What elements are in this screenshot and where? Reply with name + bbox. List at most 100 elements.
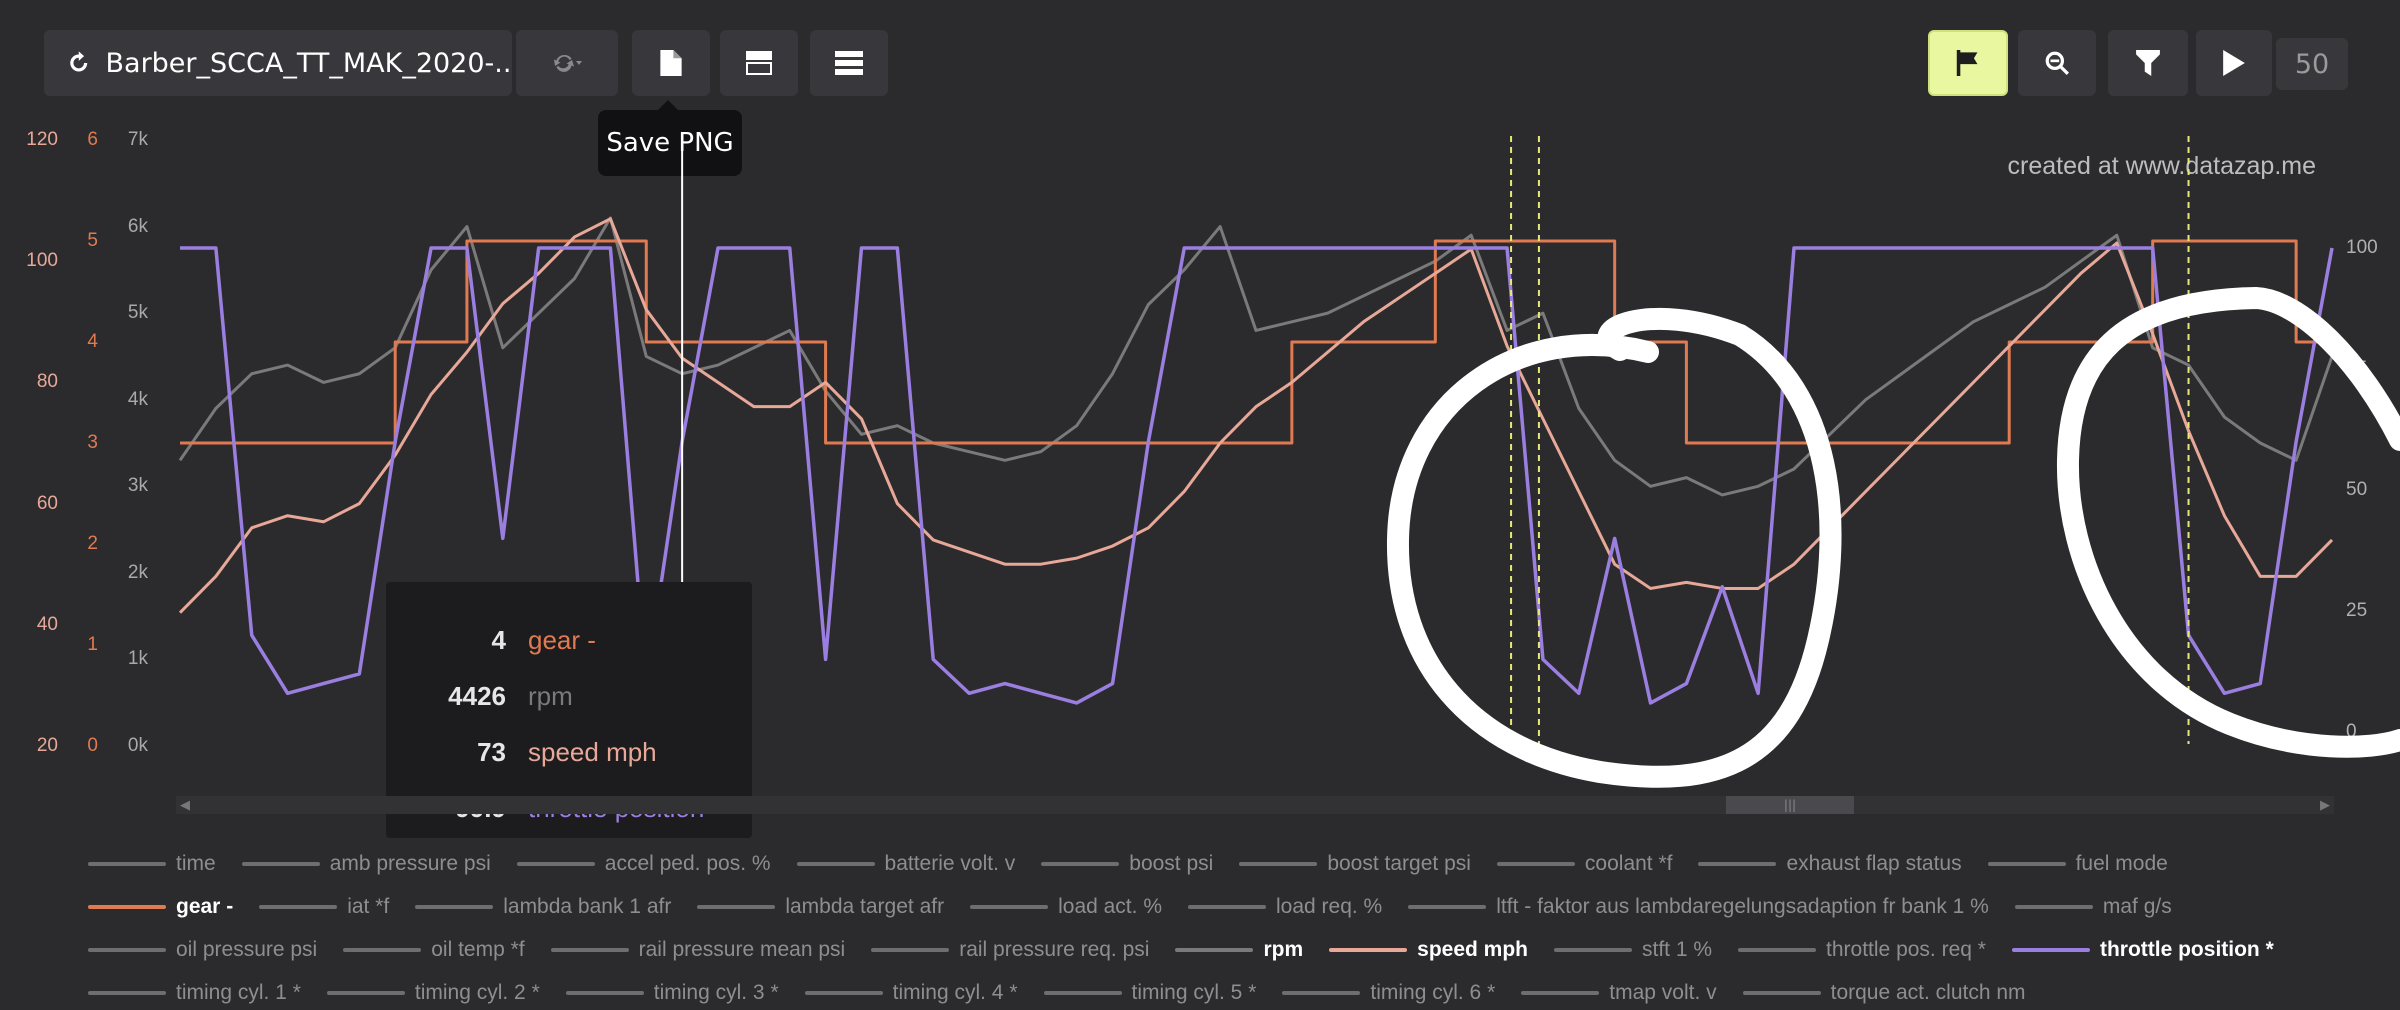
- legend-item[interactable]: rail pressure req. psi: [871, 938, 1149, 962]
- legend-item[interactable]: stft 1 %: [1554, 938, 1712, 962]
- legend-swatch: [415, 904, 494, 909]
- legend-item[interactable]: iat *f: [259, 895, 389, 919]
- legend-label: rail pressure req. psi: [959, 937, 1150, 961]
- legend-swatch: [796, 861, 875, 866]
- legend-item[interactable]: oil temp *f: [343, 938, 525, 962]
- legend-swatch: [516, 861, 595, 866]
- legend-item[interactable]: timing cyl. 5 *: [1043, 980, 1257, 1005]
- legend-item[interactable]: timing cyl. 3 *: [565, 981, 779, 1005]
- legend-swatch: [697, 904, 776, 909]
- legend-item[interactable]: batterie volt. v: [796, 851, 1016, 876]
- legend-swatch: [804, 990, 883, 995]
- legend-swatch: [343, 947, 422, 952]
- legend-label: load req. %: [1276, 894, 1383, 918]
- legend-label: gear -: [176, 894, 234, 918]
- legend-item[interactable]: gear -: [88, 895, 233, 919]
- legend-row: time amb pressure psi accel ped. pos. % bat…: [88, 842, 2388, 885]
- series-legend: time amb pressure psi accel ped. pos. % bat…: [88, 842, 2388, 1010]
- legend-item[interactable]: coolant *f: [1496, 851, 1673, 876]
- legend-item[interactable]: timing cyl. 4 *: [804, 980, 1018, 1005]
- legend-label: amb pressure psi: [329, 851, 491, 875]
- legend-item[interactable]: boost target psi: [1239, 852, 1471, 876]
- legend-item[interactable]: tmap volt. v: [1521, 980, 1717, 1005]
- legend-swatch: [326, 990, 405, 995]
- legend-swatch: [1521, 990, 1600, 995]
- legend-item[interactable]: load act. %: [970, 895, 1162, 919]
- legend-swatch: [2011, 947, 2090, 952]
- legend-swatch: [2014, 904, 2093, 909]
- legend-swatch: [241, 861, 320, 866]
- scroll-right-icon[interactable]: ▶: [2316, 796, 2334, 814]
- chart-scrollbar[interactable]: ◀ ||| ▶: [176, 796, 2334, 814]
- legend-item[interactable]: rpm: [1175, 938, 1303, 962]
- legend-label: maf g/s: [2102, 894, 2172, 918]
- legend-label: timing cyl. 4 *: [892, 980, 1018, 1004]
- legend-item[interactable]: timing cyl. 2 *: [326, 980, 540, 1005]
- legend-item[interactable]: torque act. clutch nm: [1742, 980, 2026, 1005]
- legend-swatch: [970, 904, 1049, 909]
- legend-item[interactable]: accel ped. pos. %: [516, 851, 771, 876]
- legend-item[interactable]: exhaust flap status: [1698, 851, 1962, 876]
- legend-label: lambda bank 1 afr: [503, 894, 672, 918]
- legend-swatch: [1188, 904, 1266, 909]
- legend-label: accel ped. pos. %: [604, 851, 771, 875]
- hover-label: speed mph: [528, 736, 657, 767]
- legend-label: batterie volt. v: [884, 851, 1016, 875]
- legend-item[interactable]: fuel mode: [1987, 852, 2168, 876]
- legend-label: tmap volt. v: [1609, 980, 1717, 1004]
- hover-label: rpm: [528, 680, 573, 711]
- legend-label: timing cyl. 2 *: [414, 980, 540, 1004]
- scroll-left-icon[interactable]: ◀: [176, 796, 194, 814]
- legend-label: iat *f: [347, 894, 390, 918]
- legend-label: torque act. clutch nm: [1830, 980, 2026, 1004]
- legend-swatch: [1041, 861, 1120, 866]
- legend-item[interactable]: load req. %: [1188, 895, 1382, 919]
- legend-swatch: [1987, 861, 2066, 866]
- legend-swatch: [1282, 990, 1361, 995]
- legend-swatch: [88, 904, 166, 909]
- legend-item[interactable]: lambda bank 1 afr: [415, 895, 671, 919]
- legend-swatch: [565, 990, 644, 995]
- legend-item[interactable]: timing cyl. 6 *: [1282, 981, 1495, 1005]
- legend-item[interactable]: maf g/s: [2014, 894, 2172, 919]
- hover-row-gear: 4 gear -: [386, 612, 752, 668]
- legend-item[interactable]: timing cyl. 1 *: [88, 981, 301, 1005]
- legend-item[interactable]: throttle position *: [2011, 937, 2274, 962]
- legend-item[interactable]: rail pressure mean psi: [550, 937, 846, 962]
- legend-item[interactable]: throttle pos. req *: [1738, 938, 1986, 962]
- legend-item[interactable]: lambda target afr: [697, 895, 944, 919]
- legend-swatch: [1554, 947, 1632, 952]
- legend-row: gear - iat *f lambda bank 1 afr lambda targ…: [88, 885, 2388, 928]
- legend-label: stft 1 %: [1642, 937, 1713, 961]
- legend-label: coolant *f: [1584, 851, 1673, 875]
- legend-item[interactable]: time: [88, 852, 216, 876]
- legend-label: rail pressure mean psi: [638, 937, 846, 961]
- legend-label: lambda target afr: [785, 894, 945, 918]
- legend-label: oil pressure psi: [176, 937, 318, 961]
- legend-label: load act. %: [1058, 894, 1162, 918]
- legend-swatch: [259, 904, 338, 909]
- legend-label: boost psi: [1129, 851, 1214, 875]
- legend-swatch: [88, 861, 166, 866]
- legend-swatch: [1738, 947, 1817, 952]
- legend-row: timing cyl. 1 * timing cyl. 2 * timing cyl…: [88, 971, 2388, 1010]
- hover-label: gear -: [528, 624, 596, 655]
- legend-label: timing cyl. 5 *: [1131, 980, 1257, 1004]
- legend-label: throttle position *: [2099, 937, 2274, 961]
- legend-label: timing cyl. 6 *: [1370, 980, 1496, 1004]
- legend-item[interactable]: speed mph: [1329, 938, 1528, 962]
- legend-label: ltft - faktor aus lambdaregelungsadaptio…: [1496, 894, 1989, 918]
- legend-swatch: [1496, 861, 1575, 866]
- legend-swatch: [1698, 861, 1777, 866]
- legend-label: exhaust flap status: [1786, 851, 1962, 875]
- legend-item[interactable]: ltft - faktor aus lambdaregelungsadaptio…: [1408, 895, 1989, 919]
- legend-item[interactable]: boost psi: [1041, 852, 1213, 876]
- legend-label: timing cyl. 1 *: [176, 980, 301, 1004]
- legend-swatch: [88, 990, 166, 995]
- legend-label: time: [176, 851, 216, 875]
- legend-item[interactable]: oil pressure psi: [88, 938, 317, 962]
- legend-label: rpm: [1263, 937, 1304, 961]
- scroll-thumb[interactable]: |||: [1726, 796, 1854, 814]
- legend-item[interactable]: amb pressure psi: [241, 851, 491, 876]
- legend-swatch: [1239, 861, 1318, 866]
